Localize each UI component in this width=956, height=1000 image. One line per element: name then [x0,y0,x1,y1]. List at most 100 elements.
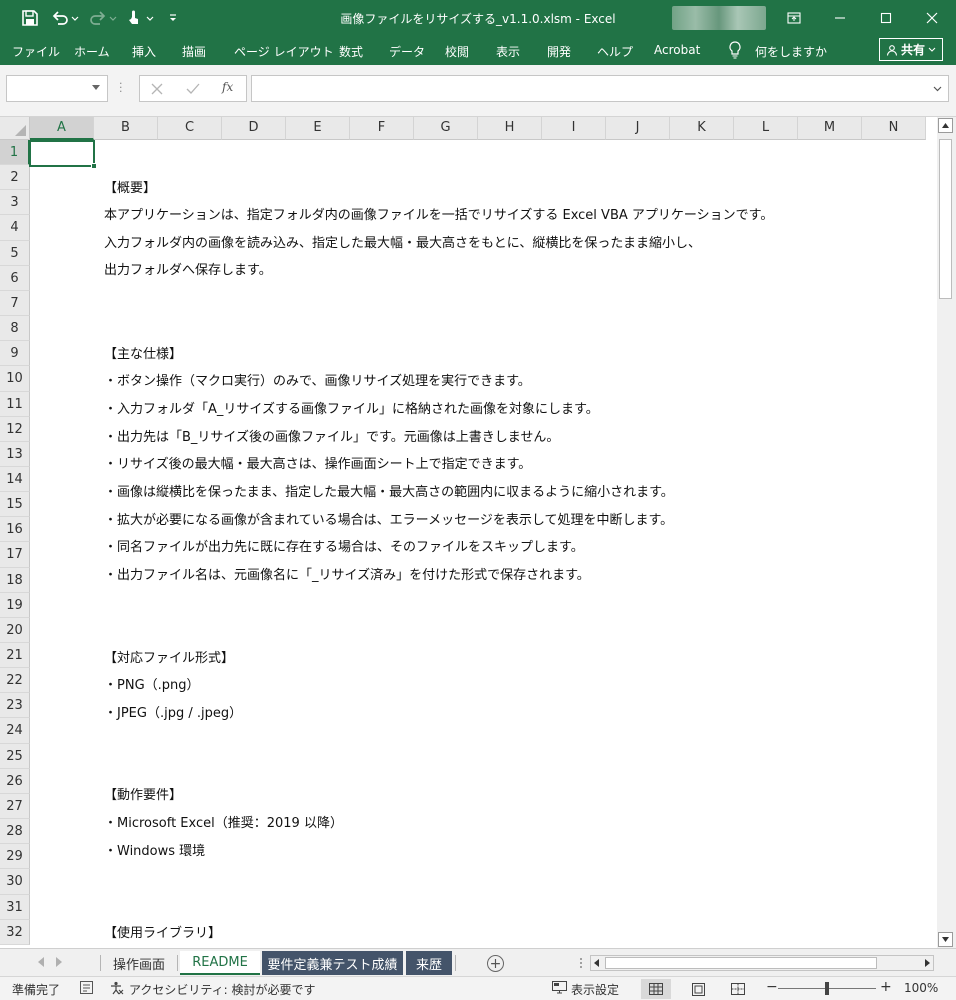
tab-insert[interactable]: 挿入 [132,43,156,60]
row-header-29[interactable]: 29 [0,844,30,869]
tab-view[interactable]: 表示 [496,43,520,60]
tab-developer[interactable]: 開発 [547,43,571,60]
scroll-left-icon[interactable] [594,959,599,967]
prev-sheet-icon[interactable] [38,957,44,967]
column-header-g[interactable]: G [414,117,478,140]
column-header-m[interactable]: M [798,117,862,140]
row-header-13[interactable]: 13 [0,442,30,467]
column-header-f[interactable]: F [350,117,414,140]
tab-acrobat[interactable]: Acrobat [654,43,700,57]
insert-function-icon[interactable]: fx [222,80,242,94]
tab-review[interactable]: 校閲 [445,43,469,60]
row-header-1[interactable]: 1 [0,140,30,165]
column-header-d[interactable]: D [222,117,286,140]
horizontal-scroll-thumb[interactable] [605,957,877,969]
tell-me-search[interactable]: 何をしますか [755,43,827,60]
row-header-17[interactable]: 17 [0,542,30,568]
account-avatar[interactable] [672,6,766,30]
zoom-in-button[interactable]: + [880,979,892,995]
share-button[interactable]: 共有 [879,38,943,61]
row-header-16[interactable]: 16 [0,517,30,542]
row-header-22[interactable]: 22 [0,668,30,693]
column-header-h[interactable]: H [478,117,542,140]
column-header-j[interactable]: J [606,117,670,140]
row-header-19[interactable]: 19 [0,593,30,618]
sheet-tab-history[interactable]: 来歴 [406,951,452,975]
row-header-28[interactable]: 28 [0,819,30,844]
row-header-5[interactable]: 5 [0,241,30,266]
row-header-2[interactable]: 2 [0,165,30,190]
maximize-icon[interactable] [863,0,909,35]
row-header-11[interactable]: 11 [0,392,30,417]
row-header-27[interactable]: 27 [0,794,30,819]
row-header-14[interactable]: 14 [0,467,30,492]
zoom-slider-thumb[interactable] [825,982,829,995]
close-icon[interactable] [909,0,955,35]
row-header-23[interactable]: 23 [0,693,30,718]
horizontal-scrollbar[interactable] [590,955,934,971]
row-header-20[interactable]: 20 [0,618,30,643]
row-header-26[interactable]: 26 [0,769,30,794]
macro-record-icon[interactable] [80,981,93,994]
row-header-9[interactable]: 9 [0,341,30,366]
active-cell-a1[interactable] [29,140,95,167]
add-sheet-button[interactable]: + [487,955,504,972]
tab-formulas[interactable]: 数式 [339,43,363,60]
confirm-entry-icon[interactable] [186,82,200,96]
vertical-scrollbar[interactable] [937,117,956,948]
fill-handle[interactable] [91,163,97,169]
sheet-tab-operation[interactable]: 操作画面 [104,951,174,975]
scroll-right-icon[interactable] [925,959,930,967]
tab-help[interactable]: ヘルプ [597,43,633,60]
select-all-button[interactable] [0,117,30,140]
row-header-21[interactable]: 21 [0,643,30,668]
zoom-out-button[interactable]: − [766,979,778,995]
display-settings-label[interactable]: 表示設定 [571,981,619,998]
row-header-15[interactable]: 15 [0,492,30,517]
column-header-b[interactable]: B [94,117,158,140]
row-header-4[interactable]: 4 [0,215,30,241]
row-header-18[interactable]: 18 [0,568,30,593]
row-header-31[interactable]: 31 [0,895,30,920]
column-header-i[interactable]: I [542,117,606,140]
next-sheet-icon[interactable] [56,957,62,967]
name-box[interactable] [6,75,108,102]
scroll-down-button[interactable] [938,932,953,947]
row-header-12[interactable]: 12 [0,417,30,442]
display-settings-icon[interactable] [552,981,567,994]
formula-input[interactable] [251,75,949,102]
row-header-25[interactable]: 25 [0,744,30,769]
row-header-8[interactable]: 8 [0,316,30,341]
row-header-30[interactable]: 30 [0,869,30,895]
row-header-24[interactable]: 24 [0,718,30,744]
page-break-view-icon[interactable] [723,979,753,999]
column-header-k[interactable]: K [670,117,734,140]
row-header-6[interactable]: 6 [0,266,30,291]
tab-file[interactable]: ファイル [12,43,60,60]
tab-draw[interactable]: 描画 [182,43,206,60]
row-header-3[interactable]: 3 [0,190,30,215]
ribbon-display-options-icon[interactable] [771,0,817,35]
tab-home[interactable]: ホーム [74,43,110,60]
accessibility-icon[interactable] [110,981,124,995]
zoom-level[interactable]: 100% [904,981,938,995]
accessibility-status[interactable]: アクセシビリティ: 検討が必要です [129,981,316,998]
column-header-n[interactable]: N [862,117,926,140]
column-header-a[interactable]: A [30,117,94,140]
formula-bar-splitter[interactable]: · · · [119,78,123,97]
column-header-c[interactable]: C [158,117,222,140]
row-header-10[interactable]: 10 [0,366,30,392]
row-header-32[interactable]: 32 [0,920,30,945]
tab-data[interactable]: データ [389,43,425,60]
worksheet-grid[interactable]: ABCDEFGHIJKLMN 1 2 3 4 5 6 7 8 9 10 11 12 13 14 15 16 17… [0,117,937,948]
sheet-tab-readme[interactable]: README [180,951,260,975]
minimize-icon[interactable] [817,0,863,35]
tab-page-layout[interactable]: ページ レイアウト [234,43,334,60]
page-layout-view-icon[interactable] [683,979,713,999]
tab-splitter-icon[interactable] [579,957,583,969]
vertical-scroll-thumb[interactable] [939,139,952,299]
scroll-up-button[interactable] [938,118,953,133]
cancel-entry-icon[interactable] [150,82,164,96]
normal-view-icon[interactable] [641,979,671,999]
column-header-e[interactable]: E [286,117,350,140]
